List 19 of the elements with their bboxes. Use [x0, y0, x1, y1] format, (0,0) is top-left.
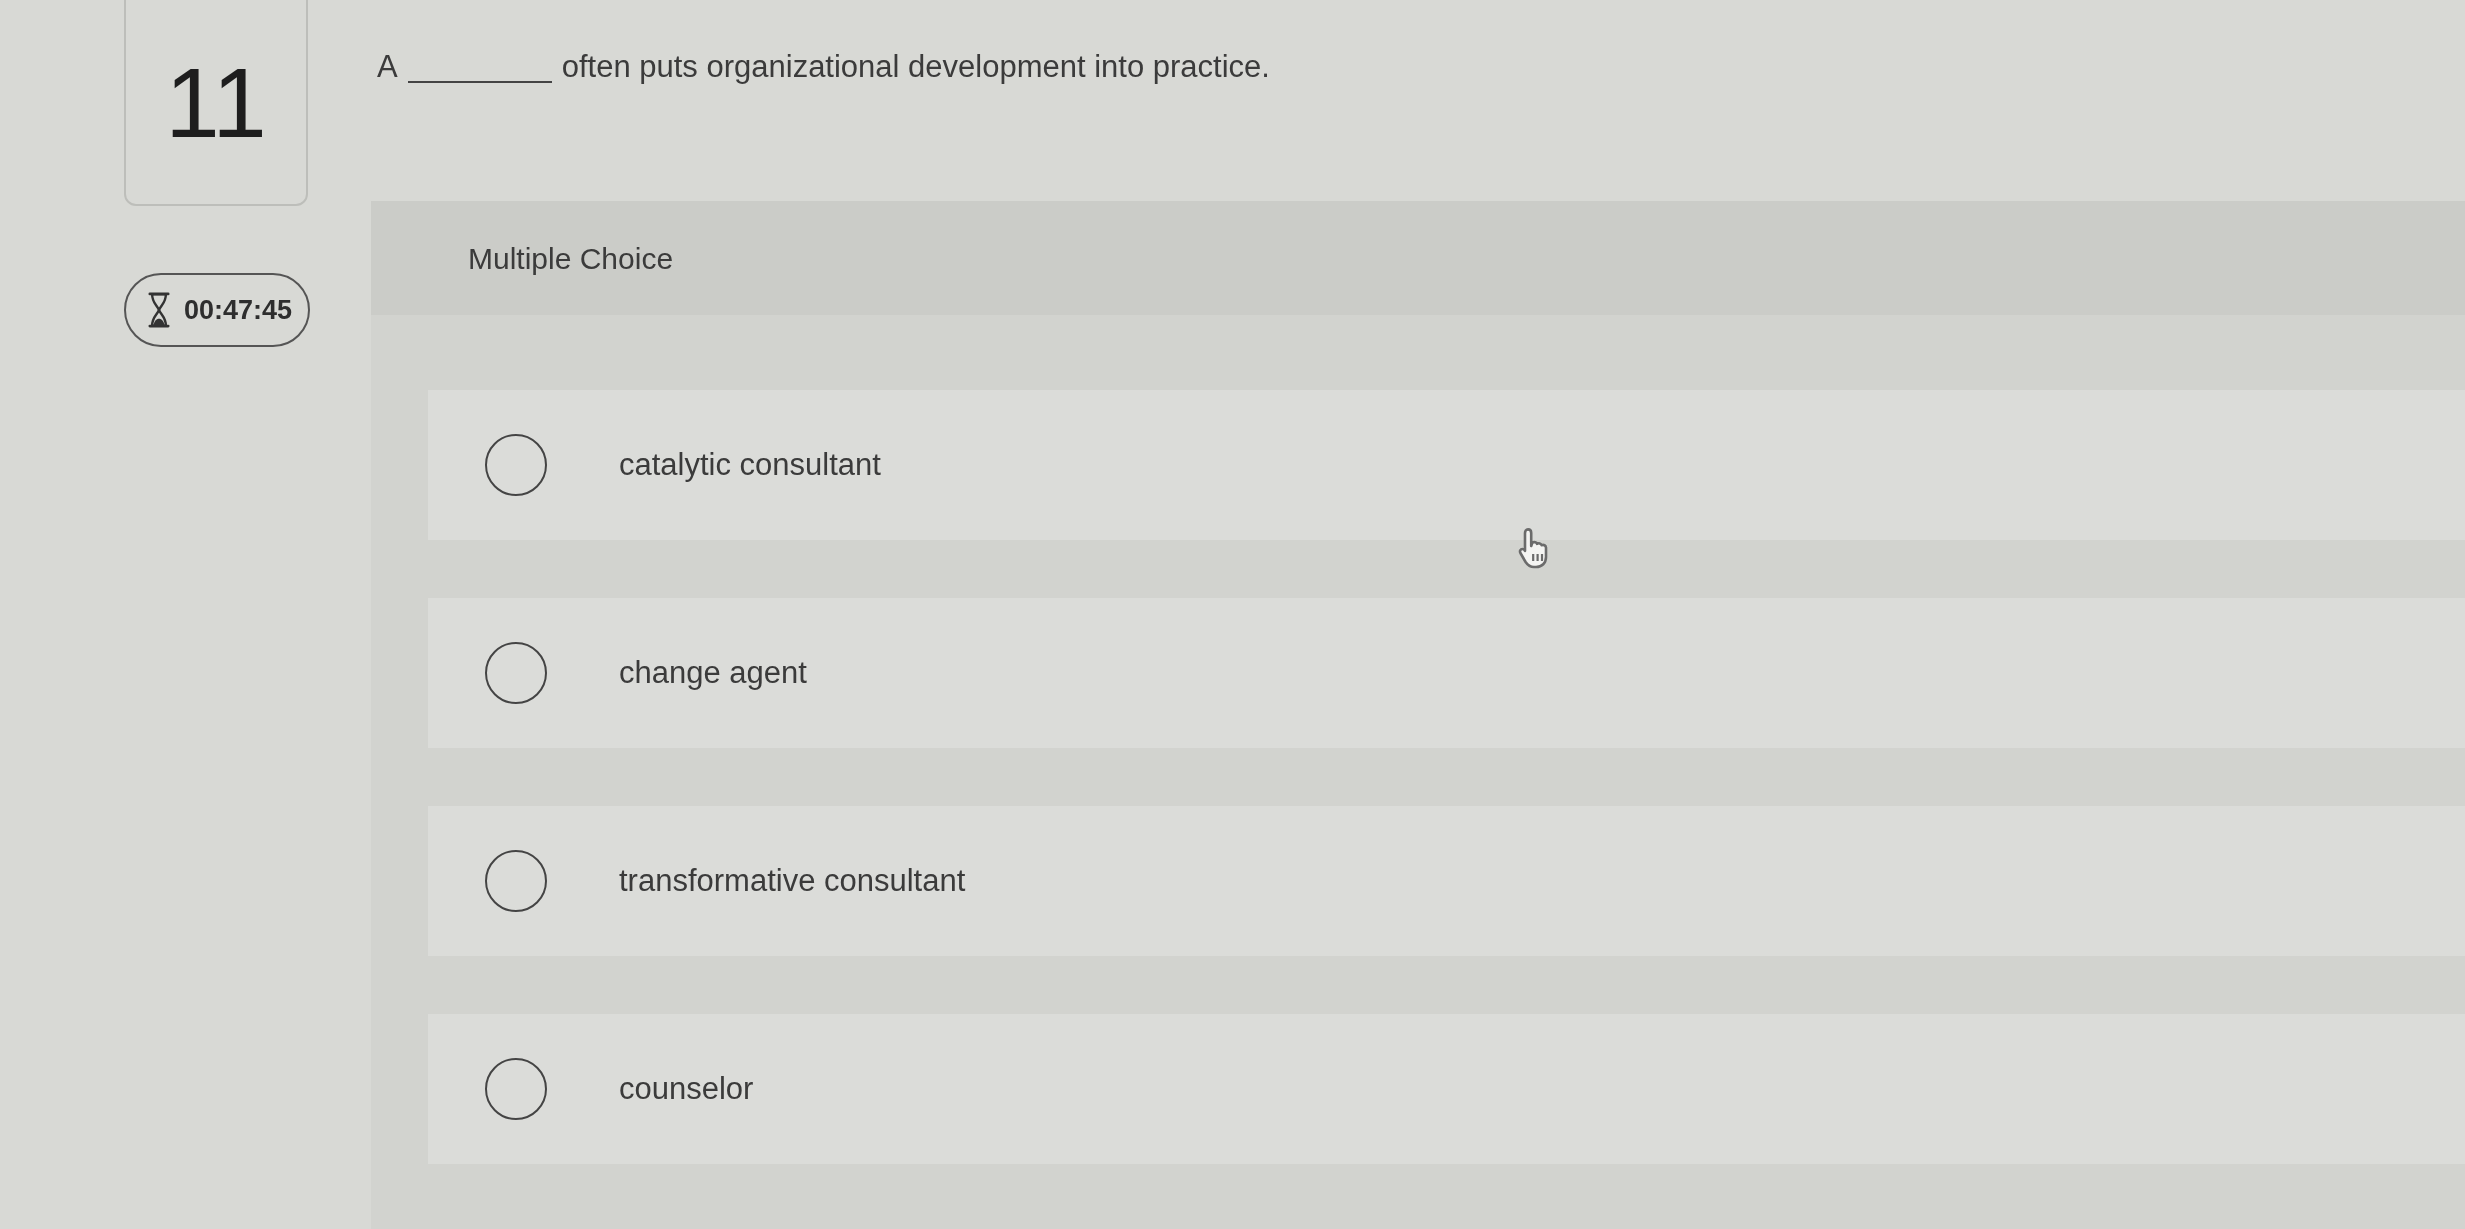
answer-option[interactable]: counselor: [428, 1014, 2465, 1164]
hourglass-icon: [148, 292, 170, 328]
fill-in-line[interactable]: [407, 79, 552, 83]
radio-button[interactable]: [485, 850, 547, 912]
radio-button[interactable]: [485, 1058, 547, 1120]
answer-option[interactable]: change agent: [428, 598, 2465, 748]
radio-button[interactable]: [485, 434, 547, 496]
option-label: counselor: [619, 1069, 754, 1108]
option-label: transformative consultant: [619, 861, 966, 900]
radio-button[interactable]: [485, 642, 547, 704]
question-text: A: [377, 48, 398, 86]
question-number: 11: [124, 0, 308, 206]
question-type-label: Multiple Choice: [468, 240, 674, 277]
timer-text: 00:47:45: [184, 293, 293, 327]
question-text: often puts organizational development into practice.: [561, 48, 1270, 86]
answer-option[interactable]: catalytic consultant: [428, 390, 2465, 540]
answer-option[interactable]: transformative consultant: [428, 806, 2465, 956]
option-label: change agent: [619, 653, 807, 692]
option-label: catalytic consultant: [619, 445, 881, 484]
